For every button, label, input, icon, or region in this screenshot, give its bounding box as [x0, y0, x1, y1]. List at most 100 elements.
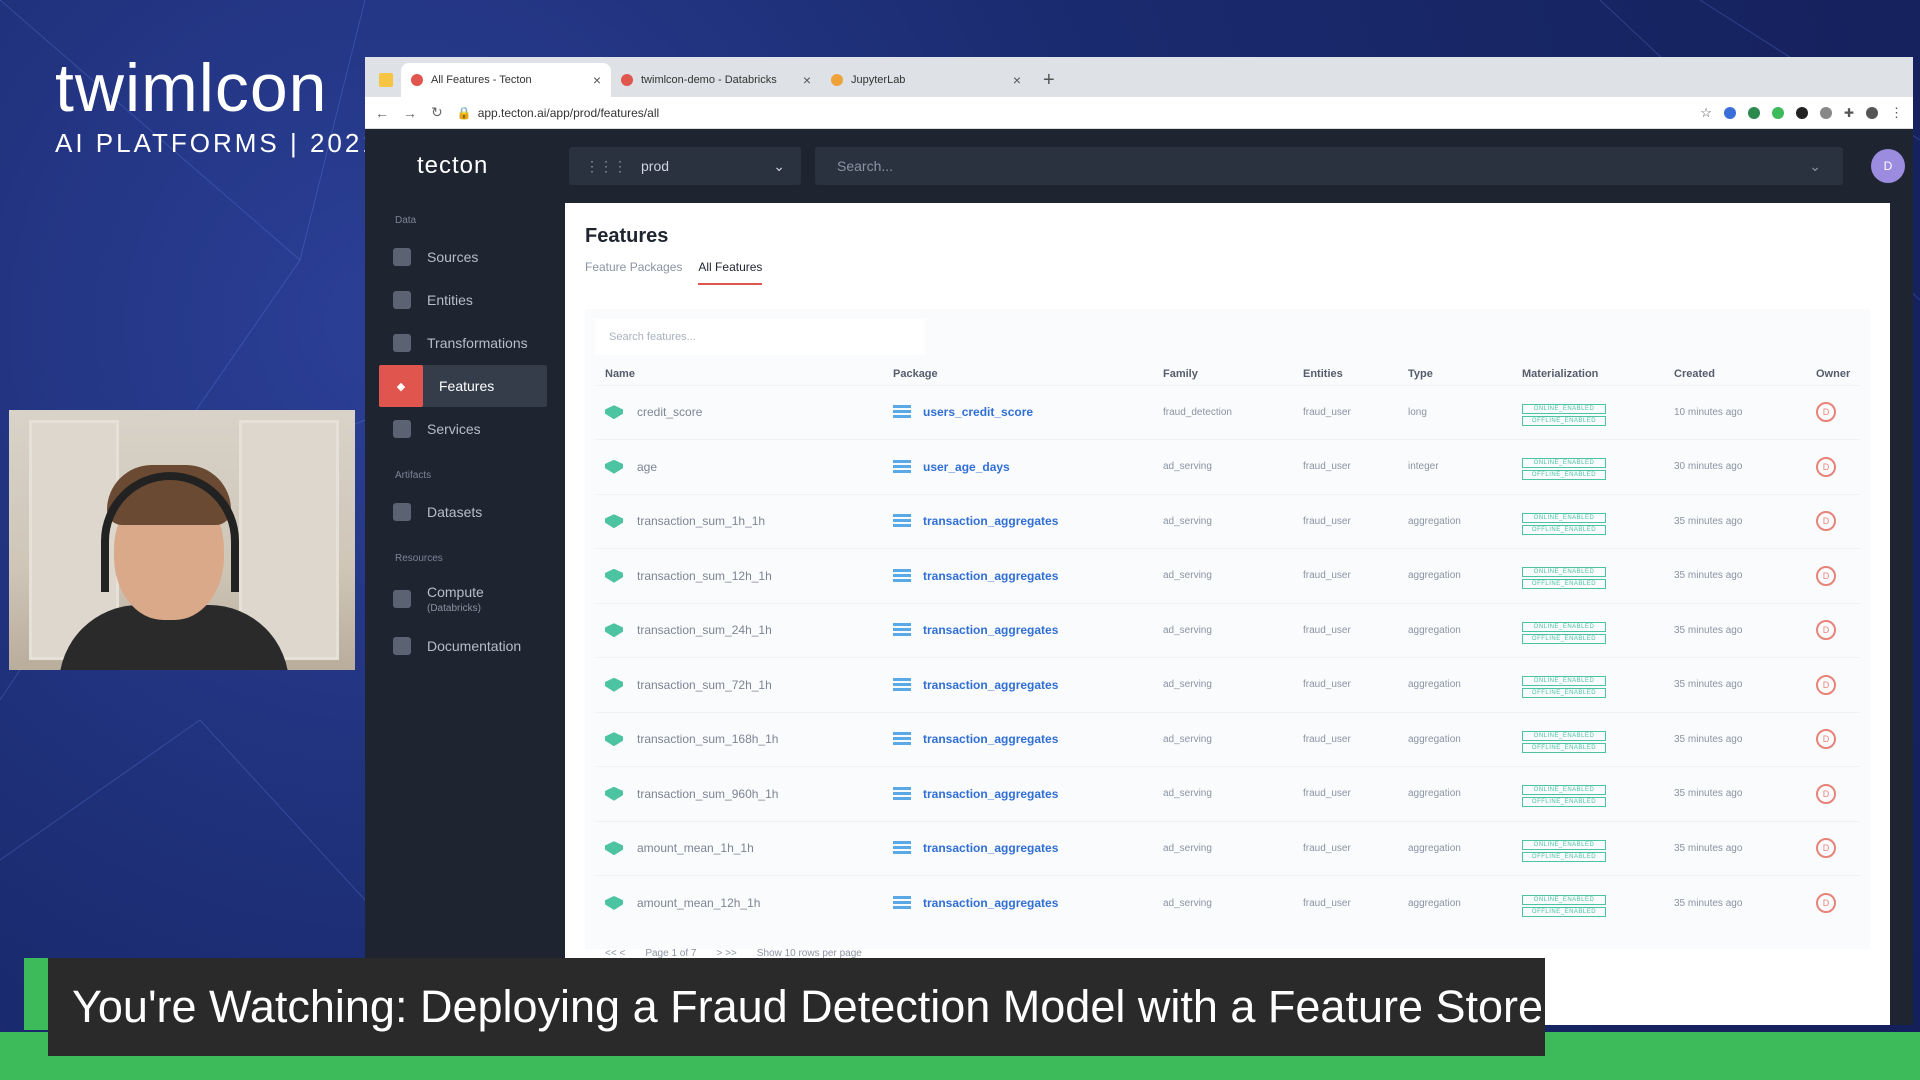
cell-package[interactable]: transaction_aggregates [883, 875, 1153, 930]
cell-package[interactable]: users_credit_score [883, 384, 1153, 440]
package-link[interactable]: transaction_aggregates [893, 896, 1153, 910]
sidebar-item-features[interactable]: ◆ Features [379, 365, 547, 407]
sidebar-item-transformations[interactable]: Transformations [379, 322, 547, 364]
package-link[interactable]: transaction_aggregates [893, 786, 1153, 801]
close-tab-icon[interactable]: × [803, 72, 811, 88]
cell-name[interactable]: transaction_sum_24h_1h [595, 602, 883, 658]
owner-avatar[interactable]: D [1816, 511, 1836, 532]
feature-name-text[interactable]: credit_score [637, 405, 702, 419]
close-tab-icon[interactable]: × [1013, 72, 1021, 88]
extension-icon[interactable] [1771, 106, 1784, 119]
cell-name[interactable]: transaction_sum_960h_1h [595, 766, 883, 821]
cell-package[interactable]: user_age_days [883, 439, 1153, 494]
feature-name-text[interactable]: transaction_sum_168h_1h [637, 732, 778, 746]
owner-avatar[interactable]: D [1816, 729, 1836, 750]
tab-feature-packages[interactable]: Feature Packages [585, 260, 682, 285]
feature-name-text[interactable]: transaction_sum_24h_1h [637, 623, 772, 637]
cell-name[interactable]: transaction_sum_168h_1h [595, 711, 883, 767]
sidebar-item-documentation[interactable]: Documentation [379, 625, 547, 667]
cell-name[interactable]: transaction_sum_1h_1h [595, 493, 883, 549]
user-avatar[interactable]: D [1871, 149, 1905, 183]
sidebar-item-datasets[interactable]: Datasets [379, 491, 547, 533]
feature-name-text[interactable]: transaction_sum_960h_1h [637, 787, 778, 801]
owner-avatar[interactable]: D [1816, 402, 1836, 423]
table-row[interactable]: age user_age_days ad_serving fraud_user inte… [595, 439, 1860, 494]
url-field[interactable]: 🔒 app.tecton.ai/app/prod/features/all [457, 106, 1687, 120]
extension-icon[interactable] [1723, 106, 1736, 119]
package-link[interactable]: transaction_aggregates [893, 732, 1153, 747]
column-header-family[interactable]: Family [1153, 363, 1293, 385]
sidebar-item-sources[interactable]: Sources [379, 236, 547, 278]
cell-name[interactable]: amount_mean_12h_1h [595, 875, 883, 930]
feature-name-text[interactable]: age [637, 460, 657, 474]
cell-name[interactable]: age [595, 439, 883, 494]
menu-dots-icon[interactable]: ⋮ [1890, 105, 1903, 121]
column-header-owner[interactable]: Owner [1806, 363, 1860, 385]
browser-tab-databricks[interactable]: twimlcon-demo - Databricks × [611, 63, 821, 97]
column-header-type[interactable]: Type [1398, 363, 1512, 385]
package-link-text[interactable]: transaction_aggregates [923, 896, 1058, 910]
owner-avatar[interactable]: D [1816, 620, 1836, 641]
package-link-text[interactable]: transaction_aggregates [923, 732, 1058, 746]
table-row[interactable]: transaction_sum_168h_1h transaction_aggre… [595, 711, 1860, 767]
package-link-text[interactable]: transaction_aggregates [923, 841, 1058, 855]
column-header-created[interactable]: Created [1664, 363, 1806, 385]
close-tab-icon[interactable]: × [593, 72, 601, 88]
package-link[interactable]: user_age_days [893, 459, 1153, 474]
feature-name-text[interactable]: amount_mean_1h_1h [637, 841, 754, 855]
back-arrow-icon[interactable]: ← [375, 105, 389, 121]
owner-avatar[interactable]: D [1816, 893, 1836, 913]
owner-avatar[interactable]: D [1816, 456, 1836, 477]
extension-icon[interactable] [1819, 106, 1832, 119]
search-features-input[interactable]: Search features... [595, 319, 925, 355]
sidebar-item-compute[interactable]: Compute (Databricks) [379, 574, 547, 624]
cell-package[interactable]: transaction_aggregates [883, 711, 1153, 767]
table-row[interactable]: transaction_sum_12h_1h transaction_aggreg… [595, 548, 1860, 603]
table-row[interactable]: transaction_sum_960h_1h transaction_aggre… [595, 766, 1860, 821]
puzzle-icon[interactable]: ✚ [1844, 106, 1854, 120]
table-row[interactable]: transaction_sum_24h_1h transaction_aggreg… [595, 602, 1860, 658]
global-search-input[interactable]: Search... ⌄ [815, 147, 1843, 185]
cell-name[interactable]: transaction_sum_72h_1h [595, 657, 883, 712]
reload-icon[interactable]: ↻ [431, 104, 443, 121]
profile-icon[interactable] [1866, 106, 1878, 119]
cell-package[interactable]: transaction_aggregates [883, 493, 1153, 549]
table-row[interactable]: transaction_sum_1h_1h transaction_aggrega… [595, 493, 1860, 549]
table-row[interactable]: amount_mean_12h_1h transaction_aggregates… [595, 875, 1860, 930]
cell-package[interactable]: transaction_aggregates [883, 657, 1153, 712]
cell-name[interactable]: credit_score [595, 384, 883, 440]
package-link-text[interactable]: transaction_aggregates [923, 623, 1058, 637]
column-header-name[interactable]: Name [595, 363, 883, 385]
cell-package[interactable]: transaction_aggregates [883, 820, 1153, 876]
forward-arrow-icon[interactable]: → [403, 105, 417, 121]
table-row[interactable]: credit_score users_credit_score fraud_dete… [595, 384, 1860, 440]
feature-name-text[interactable]: transaction_sum_72h_1h [637, 678, 772, 692]
owner-avatar[interactable]: D [1816, 565, 1836, 586]
cell-package[interactable]: transaction_aggregates [883, 548, 1153, 603]
bookmark-star-icon[interactable]: ☆ [1700, 105, 1712, 121]
browser-tab-jupyter[interactable]: JupyterLab × [821, 63, 1031, 97]
table-row[interactable]: transaction_sum_72h_1h transaction_aggreg… [595, 657, 1860, 712]
owner-avatar[interactable]: D [1816, 783, 1836, 804]
sidebar-item-entities[interactable]: Entities [379, 279, 547, 321]
workspace-selector[interactable]: ⋮⋮⋮ prod ⌄ [569, 147, 801, 185]
sidebar-item-services[interactable]: Services [379, 408, 547, 450]
package-link[interactable]: users_credit_score [893, 405, 1153, 420]
cell-name[interactable]: transaction_sum_12h_1h [595, 548, 883, 603]
package-link-text[interactable]: transaction_aggregates [923, 787, 1058, 801]
package-link[interactable]: transaction_aggregates [893, 568, 1153, 583]
package-link-text[interactable]: transaction_aggregates [923, 678, 1058, 692]
cell-package[interactable]: transaction_aggregates [883, 766, 1153, 821]
new-tab-button[interactable]: + [1031, 63, 1067, 97]
package-link-text[interactable]: transaction_aggregates [923, 514, 1058, 528]
cell-name[interactable]: amount_mean_1h_1h [595, 820, 883, 876]
feature-name-text[interactable]: transaction_sum_1h_1h [637, 514, 765, 528]
tecton-logo[interactable]: tecton [417, 152, 569, 180]
browser-tab-tecton[interactable]: All Features - Tecton × [401, 63, 611, 97]
package-link-text[interactable]: users_credit_score [923, 405, 1033, 419]
package-link-text[interactable]: transaction_aggregates [923, 569, 1058, 583]
package-link[interactable]: transaction_aggregates [893, 514, 1153, 529]
column-header-materialization[interactable]: Materialization [1512, 363, 1664, 385]
feature-name-text[interactable]: transaction_sum_12h_1h [637, 569, 772, 583]
table-row[interactable]: amount_mean_1h_1h transaction_aggregates a… [595, 820, 1860, 876]
